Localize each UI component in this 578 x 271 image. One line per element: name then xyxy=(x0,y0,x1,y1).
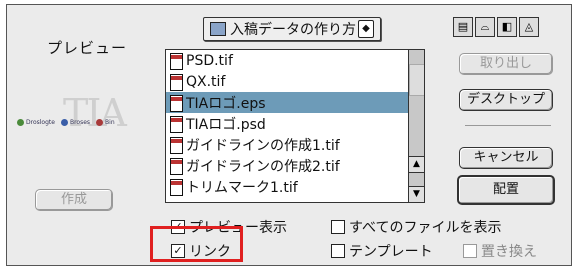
location-popup-label: 入稿データの作り方 xyxy=(230,22,356,38)
replace-box-icon xyxy=(463,244,477,258)
volume-icons: ▤ ⌓ ◧ ◬ xyxy=(453,17,539,37)
file-name: トリムマーク1.tif xyxy=(186,179,298,196)
file-icon xyxy=(170,94,183,112)
scroll-thumb[interactable] xyxy=(409,64,424,96)
file-list-item[interactable]: TIAロゴ.eps xyxy=(166,92,410,113)
folder-icon xyxy=(210,22,226,36)
scroll-up-icon[interactable]: ▲ xyxy=(409,156,424,173)
file-name: ガイドラインの作成2.tif xyxy=(186,158,340,175)
logo-item-2: Broses xyxy=(60,119,90,126)
preview-logo-row: Droslogte Broses Bin xyxy=(17,119,115,126)
preview-label: プレビュー xyxy=(47,39,128,57)
disk-icon[interactable]: ◧ xyxy=(497,17,517,37)
place-button[interactable]: 配置 xyxy=(457,175,555,205)
file-name: QX.tif xyxy=(186,73,226,90)
cancel-button[interactable]: キャンセル xyxy=(459,147,553,169)
file-name: ガイドラインの作成1.tif xyxy=(186,137,340,154)
file-list-item[interactable]: PSD.tif xyxy=(166,50,410,71)
eject-button[interactable]: 取り出し xyxy=(459,53,553,75)
create-button[interactable]: 作成 xyxy=(35,189,113,211)
popup-arrow-icon: ◆ xyxy=(358,20,374,38)
file-list-item[interactable]: トリムマーク1.tif xyxy=(166,176,410,197)
show-all-files-checkbox[interactable]: すべてのファイルを表示 xyxy=(331,217,501,237)
file-name: TIAロゴ.eps xyxy=(186,95,266,112)
drive-icon[interactable]: ⌓ xyxy=(475,17,495,37)
file-list-item[interactable]: ガイドラインの作成2.tif xyxy=(166,155,410,176)
logo-item-1: Droslogte xyxy=(17,119,55,126)
desktop-volume-icon[interactable]: ▤ xyxy=(453,17,473,37)
replace-checkbox[interactable]: 置き換え xyxy=(463,241,537,261)
file-icon xyxy=(170,178,183,196)
location-popup[interactable]: 入稿データの作り方 ◆ xyxy=(203,17,381,41)
preview-image: TIA Droslogte Broses Bin xyxy=(17,91,157,143)
file-icon xyxy=(170,73,183,91)
link-highlight-box xyxy=(150,226,243,262)
show-all-files-box-icon xyxy=(331,220,345,234)
template-box-icon xyxy=(331,244,345,258)
file-list[interactable]: PSD.tif QX.tif TIAロゴ.eps TIAロゴ.psd ガイドラインの作成… xyxy=(165,49,425,203)
file-icon xyxy=(170,136,183,154)
file-name: TIAロゴ.psd xyxy=(186,116,266,133)
file-list-item[interactable]: QX.tif xyxy=(166,71,410,92)
file-list-item[interactable]: TIAロゴ.psd xyxy=(166,113,410,134)
preview-logo-text: TIA xyxy=(63,91,127,135)
template-checkbox[interactable]: テンプレート xyxy=(331,241,433,261)
button-divider xyxy=(465,125,551,126)
file-list-item[interactable]: ガイドラインの作成1.tif xyxy=(166,134,410,155)
network-icon[interactable]: ◬ xyxy=(519,17,539,37)
file-icon xyxy=(170,157,183,175)
scroll-down-icon[interactable]: ▼ xyxy=(409,186,424,202)
file-icon xyxy=(170,52,183,70)
desktop-button[interactable]: デスクトップ xyxy=(459,89,553,111)
file-list-scrollbar[interactable]: ▲ ▼ xyxy=(408,50,424,202)
file-name: PSD.tif xyxy=(186,52,233,69)
place-dialog: プレビュー TIA Droslogte Broses Bin 作成 入稿データの… xyxy=(6,4,572,266)
logo-item-3: Bin xyxy=(96,119,115,126)
file-icon xyxy=(170,115,183,133)
